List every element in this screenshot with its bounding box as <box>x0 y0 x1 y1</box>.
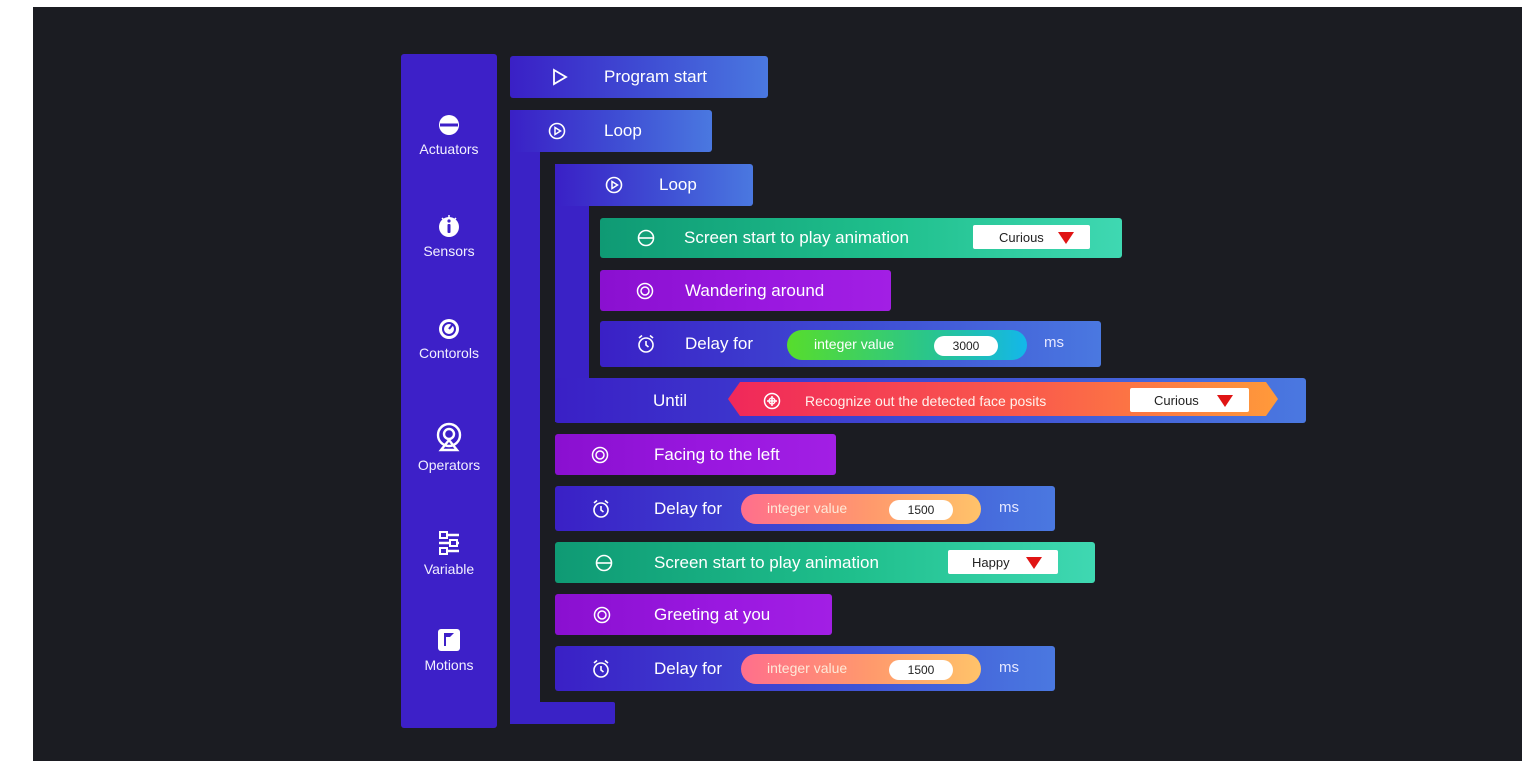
block-label: Program start <box>604 67 707 86</box>
greeting-block[interactable]: Greeting at you <box>555 594 832 635</box>
screen-icon <box>637 229 655 247</box>
condition-label: Recognize out the detected face posits <box>805 392 1047 409</box>
outer-loop-bar <box>510 110 540 724</box>
motion-icon <box>636 282 654 299</box>
loop-icon <box>605 176 623 194</box>
dropdown-arrow-icon <box>1058 232 1074 244</box>
inner-loop-block[interactable]: Loop <box>555 164 753 206</box>
motion-icon <box>591 446 609 463</box>
screen-animation-block[interactable]: Screen start to play animation Happy <box>555 542 1095 583</box>
screen-animation-block[interactable]: Screen start to play animation Curious <box>600 218 1122 258</box>
outer-loop-footer <box>510 702 615 724</box>
unit-label: ms <box>999 658 1019 676</box>
category-label: Variable <box>423 561 475 577</box>
animation-dropdown[interactable]: Curious <box>973 225 1090 249</box>
controls-icon <box>439 319 459 339</box>
outer-loop-block[interactable]: Loop <box>510 110 712 152</box>
block-label: Loop <box>604 121 642 140</box>
sensors-icon <box>439 215 459 237</box>
alarm-clock-icon <box>638 334 654 353</box>
unit-label: ms <box>999 498 1019 516</box>
block-label: Facing to the left <box>654 444 780 464</box>
loop-icon <box>548 122 566 140</box>
delay-block[interactable]: Delay for integer value 1500 ms <box>555 646 1055 691</box>
alarm-clock-icon <box>593 499 609 518</box>
play-icon <box>553 68 568 86</box>
delay-block[interactable]: Delay for integer value 1500 ms <box>555 486 1055 531</box>
actuators-icon <box>439 115 459 135</box>
category-operators[interactable]: Operators <box>401 422 497 473</box>
integer-value-input[interactable]: integer value 1500 <box>741 654 981 684</box>
operators-icon <box>436 422 462 452</box>
block-label: Wandering around <box>685 280 825 300</box>
pill-label: integer value <box>767 500 848 516</box>
wandering-block[interactable]: Wandering around <box>600 270 891 311</box>
block-label: Screen start to play animation <box>654 552 879 572</box>
delay-value-field[interactable]: 1500 <box>889 660 953 680</box>
delay-block[interactable]: Delay for integer value 3000 ms <box>600 321 1101 367</box>
block-label: Delay for <box>685 334 754 353</box>
block-label: Delay for <box>654 498 723 518</box>
category-sensors[interactable]: Sensors <box>401 214 497 259</box>
category-actuators[interactable]: Actuators <box>401 114 497 157</box>
dropdown-value: Curious <box>999 229 1044 245</box>
category-motions[interactable]: Motions <box>401 628 497 673</box>
program-start-block[interactable]: Program start <box>510 56 768 98</box>
integer-value-input[interactable]: integer value 1500 <box>741 494 981 524</box>
block-label: Loop <box>659 175 697 194</box>
category-label: Motions <box>424 657 474 673</box>
alarm-clock-icon <box>593 659 609 678</box>
motions-icon <box>438 629 460 651</box>
variable-icon <box>439 531 459 555</box>
until-label: Until <box>653 390 688 410</box>
animation-dropdown[interactable]: Happy <box>948 550 1058 574</box>
integer-value-input[interactable]: integer value 3000 <box>787 330 1027 360</box>
category-sidebar: Actuators Sensors Contorols Operators Va… <box>401 54 497 728</box>
facing-left-block[interactable]: Facing to the left <box>555 434 836 475</box>
condition-dropdown[interactable]: Curious <box>1130 388 1249 412</box>
dropdown-value: Happy <box>972 554 1010 570</box>
category-label: Operators <box>417 457 481 473</box>
category-controls[interactable]: Contorols <box>401 318 497 361</box>
category-label: Contorols <box>419 345 479 361</box>
until-block[interactable]: Until Recognize out the detected face po… <box>555 378 1306 423</box>
block-label: Screen start to play animation <box>684 228 909 247</box>
dropdown-value: Curious <box>1154 392 1199 408</box>
pill-label: integer value <box>767 660 848 676</box>
screen-icon <box>595 554 613 571</box>
delay-value-field[interactable]: 1500 <box>889 500 953 520</box>
delay-value-field[interactable]: 3000 <box>934 336 998 356</box>
dropdown-arrow-icon <box>1026 557 1042 569</box>
motion-icon <box>593 606 611 623</box>
block-label: Greeting at you <box>654 604 771 624</box>
block-label: Delay for <box>654 658 723 678</box>
category-variable[interactable]: Variable <box>401 530 497 577</box>
category-label: Actuators <box>419 141 479 157</box>
dropdown-arrow-icon <box>1217 395 1233 407</box>
category-label: Sensors <box>423 243 475 259</box>
face-target-icon <box>763 392 781 409</box>
unit-label: ms <box>1044 333 1064 351</box>
pill-label: integer value <box>814 336 895 352</box>
